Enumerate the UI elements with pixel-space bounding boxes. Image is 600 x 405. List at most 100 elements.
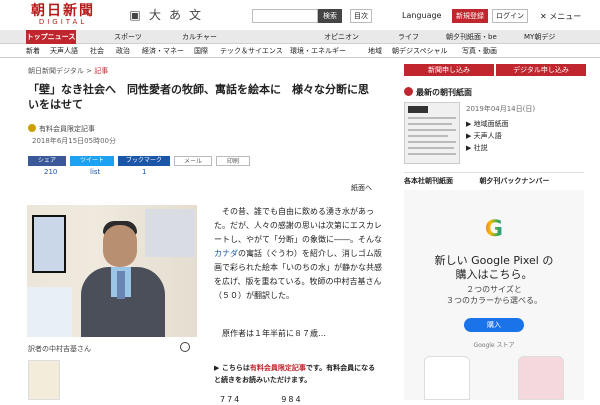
nav-opinion[interactable]: オピニオン <box>324 30 359 44</box>
body-text-3: 原作者は１年半前に８７歳… <box>222 329 326 338</box>
toc-button[interactable]: 目次 <box>350 9 372 23</box>
share-count-bookmark: 1 <box>142 168 147 176</box>
nav-society[interactable]: 社会 <box>90 44 104 58</box>
text-a-icon[interactable]: あ <box>168 8 182 22</box>
article-body-para2: 原作者は１年半前に８７歳… <box>214 327 384 341</box>
photo-person-tie <box>117 271 125 299</box>
nav-sports[interactable]: スポーツ <box>114 30 142 44</box>
ad-buy-button[interactable]: 購入 <box>464 318 524 332</box>
nav-environment[interactable]: 環境・エネルギー <box>290 44 346 58</box>
book-thumbnail[interactable] <box>28 360 60 400</box>
photo-window <box>145 209 195 257</box>
paper-masthead <box>408 106 428 113</box>
latest-paper-heading: 最新の朝刊紙面 <box>404 87 472 98</box>
photo-person-head <box>103 225 137 267</box>
language-link[interactable]: Language <box>402 11 441 20</box>
share-count-twitter[interactable]: list <box>90 168 100 176</box>
photo-board <box>27 287 72 337</box>
speech-icon[interactable]: 文 <box>188 8 202 22</box>
site-logo[interactable]: 朝日新聞 DIGITAL <box>28 4 98 28</box>
photo-picture-frame <box>32 215 66 273</box>
gallery-icon[interactable]: ▣ <box>128 8 142 22</box>
latest-paper-links: ▶ 地域面紙面 ▶ 天声人語 ▶ 社説 <box>466 118 509 154</box>
nav-politics[interactable]: 政治 <box>116 44 130 58</box>
paper-view-link[interactable]: 紙面へ <box>292 183 372 193</box>
body-text-2: の寓話（ぐうわ）を紹介し、消しゴム版画で彩られた絵本「いのちの水」が静かな共感を… <box>214 249 382 300</box>
nav-my-asahi[interactable]: MY朝デジ <box>524 30 555 44</box>
nav-tech-science[interactable]: テック＆サイエンス <box>220 44 283 58</box>
header: 朝日新聞 DIGITAL ▣ 大 あ 文 検索 目次 Language 新規登録… <box>0 0 600 30</box>
print-button[interactable]: 印刷 <box>216 156 250 166</box>
nav-economy[interactable]: 経済・マネー <box>142 44 184 58</box>
advertisement[interactable]: G 新しい Google Pixel の 購入はこちら。 ２つのサイズと ３つの… <box>404 190 584 400</box>
nav-special[interactable]: 朝デジスペシャル <box>392 44 448 58</box>
paper-link-tenseijingo[interactable]: ▶ 天声人語 <box>466 130 509 142</box>
register-button[interactable]: 新規登録 <box>452 9 488 23</box>
paper-line <box>408 135 448 137</box>
back-number-link[interactable]: 朝夕刊バックナンバー <box>479 177 549 185</box>
share-twitter-button[interactable]: ツイート <box>70 156 114 166</box>
breadcrumb: 朝日新聞デジタル > 記事 <box>28 66 108 76</box>
ad-title: 新しい Google Pixel の 購入はこちら。 <box>434 254 554 281</box>
paper-line <box>408 153 456 155</box>
breadcrumb-separator: > <box>86 67 92 75</box>
ad-subtitle: ２つのサイズと ３つのカラーから選べる。 <box>446 285 542 305</box>
sidebar-divider <box>404 172 584 173</box>
premium-badge: 有料会員限定記事 <box>28 124 95 134</box>
article-title: 「壁」なき社会へ 同性愛者の牧師、寓話を絵本に 様々な分断に思いをはせて <box>28 83 369 111</box>
branch-paper-link[interactable]: 各本社朝刊紙面 <box>404 177 453 185</box>
notice-prefix: こちらは <box>221 364 250 372</box>
paper-link-tenseijingo-label: 天声人語 <box>473 132 502 140</box>
paper-line <box>408 117 456 119</box>
nav-tenseijingo[interactable]: 天声人語 <box>50 44 78 58</box>
share-count-facebook: 210 <box>44 168 58 176</box>
breadcrumb-home[interactable]: 朝日新聞デジタル <box>28 67 84 75</box>
paper-line <box>408 123 452 125</box>
logo-title: 朝日新聞 <box>31 3 95 19</box>
article-date: 2018年6月15日05時00分 <box>32 137 116 145</box>
paper-link-region-label: 地域面紙面 <box>473 120 509 128</box>
digital-subscribe-button[interactable]: デジタル申し込み <box>496 64 586 76</box>
newspaper-icon <box>404 87 413 96</box>
search-input[interactable] <box>252 9 318 23</box>
paper-link-region[interactable]: ▶ 地域面紙面 <box>466 118 509 130</box>
primary-nav: トップニュース スポーツ カルチャー オピニオン ライフ 朝夕刊紙面・be MY… <box>0 30 600 44</box>
paper-link-editorial-label: 社説 <box>473 144 488 152</box>
google-logo: G <box>482 218 506 242</box>
zoom-icon[interactable] <box>180 342 190 352</box>
menu-button[interactable]: ✕ メニュー <box>540 11 581 22</box>
premium-icon <box>28 124 36 132</box>
share-bookmark-button[interactable]: ブックマーク <box>118 156 170 166</box>
paper-line <box>408 129 456 131</box>
notice-premium-link[interactable]: 有料会員限定記事 <box>250 364 306 372</box>
latest-paper-image[interactable] <box>404 102 460 164</box>
latest-paper-date: 2019年04月14日(日) <box>466 105 536 113</box>
nav-latest[interactable]: 新着 <box>26 44 40 58</box>
body-text-1: その昔、誰でも自由に飲める湧き水があった。だが、人々の感謝の思いは次第にエスカレ… <box>214 207 382 244</box>
premium-notice: ▶ こちらは有料会員限定記事です。有料会員になると続きをお読みいただけます。 <box>214 364 376 384</box>
share-mail-button[interactable]: メール <box>174 156 212 166</box>
header-icons: ▣ 大 あ 文 <box>128 8 202 22</box>
sidebar-bottom-links: 各本社朝刊紙面 朝夕刊バックナンバー <box>404 176 584 186</box>
search-button[interactable]: 検索 <box>318 9 342 23</box>
nav-photo-video[interactable]: 写真・動画 <box>462 44 497 58</box>
nav-culture[interactable]: カルチャー <box>182 30 217 44</box>
nav-paper-be[interactable]: 朝夕刊紙面・be <box>446 30 497 44</box>
article-photo[interactable] <box>27 205 197 337</box>
paper-link-editorial[interactable]: ▶ 社説 <box>466 142 509 154</box>
paper-line <box>408 141 456 143</box>
nav-region[interactable]: 地域 <box>368 44 382 58</box>
ad-phone-pink <box>518 356 564 400</box>
login-button[interactable]: ログイン <box>492 9 528 23</box>
nav-top-news[interactable]: トップニュース <box>26 30 76 44</box>
share-facebook-button[interactable]: シェア <box>28 156 66 166</box>
premium-label: 有料会員限定記事 <box>39 125 95 133</box>
ad-store-label: Google ストア <box>473 342 515 349</box>
nav-international[interactable]: 国際 <box>194 44 208 58</box>
canada-link[interactable]: カナダ <box>214 249 238 258</box>
newspaper-subscribe-button[interactable]: 新聞申し込み <box>404 64 494 76</box>
font-size-icon[interactable]: 大 <box>148 8 162 22</box>
logo-subtitle: DIGITAL <box>38 18 88 26</box>
nav-life[interactable]: ライフ <box>398 30 419 44</box>
latest-paper-title: 最新の朝刊紙面 <box>416 88 472 97</box>
